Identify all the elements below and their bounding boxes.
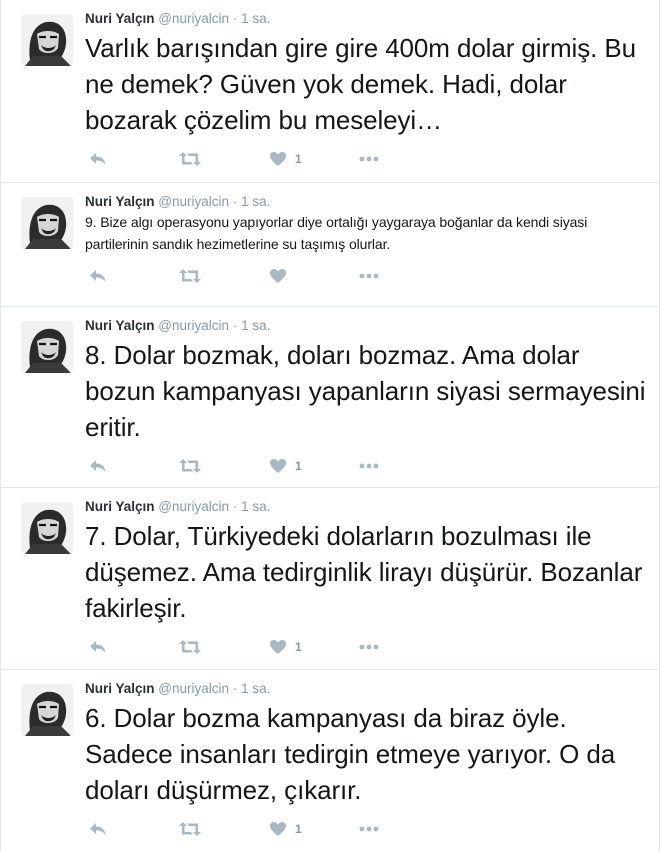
tweet-text: 6. Dolar bozma kampanyası da biraz öyle.…: [85, 703, 616, 805]
reply-icon: [90, 823, 106, 835]
more-button[interactable]: [359, 264, 449, 288]
reply-button[interactable]: [89, 454, 179, 478]
more-dots-icon: [359, 826, 379, 832]
tweet-header: Nuri Yalçın @nuriyalcin · 1 sa.: [85, 10, 647, 28]
retweet-button[interactable]: [179, 264, 269, 288]
tweet[interactable]: Nuri Yalçın @nuriyalcin · 1 sa. 6. Dolar…: [1, 670, 659, 852]
separator-dot: ·: [232, 318, 238, 333]
avatar-portrait-icon: [21, 14, 73, 66]
like-count: 1: [295, 459, 302, 473]
retweet-icon: [179, 822, 201, 836]
tweet-text: Varlık barışından gire gire 400m dolar g…: [85, 33, 636, 135]
more-button[interactable]: [359, 817, 449, 841]
avatar[interactable]: [21, 14, 73, 66]
separator-dot: ·: [232, 11, 238, 26]
tweet[interactable]: Nuri Yalçın @nuriyalcin · 1 sa. 8. Dolar…: [1, 307, 659, 488]
avatar[interactable]: [21, 684, 73, 736]
avatar[interactable]: [21, 502, 73, 554]
tweet[interactable]: Nuri Yalçın @nuriyalcin · 1 sa. 9. Bize …: [1, 183, 659, 307]
reply-button[interactable]: [89, 147, 179, 171]
author-handle[interactable]: @nuriyalcin: [158, 11, 229, 26]
heart-icon: [270, 822, 286, 836]
separator-dot: ·: [232, 499, 238, 514]
author-name[interactable]: Nuri Yalçın: [85, 499, 155, 514]
retweet-button[interactable]: [179, 454, 269, 478]
tweet-actions: 1: [89, 451, 647, 481]
tweet-actions: 1: [89, 632, 647, 662]
author-name[interactable]: Nuri Yalçın: [85, 11, 155, 26]
reply-icon: [90, 460, 106, 472]
tweet-header: Nuri Yalçın @nuriyalcin · 1 sa.: [85, 193, 647, 211]
like-button[interactable]: 1: [269, 635, 359, 659]
reply-button[interactable]: [89, 817, 179, 841]
more-button[interactable]: [359, 454, 449, 478]
separator-dot: ·: [232, 681, 238, 696]
tweet-text: 7. Dolar, Türkiyedeki dolarların bozulma…: [85, 521, 643, 623]
avatar-portrait-icon: [21, 502, 73, 554]
like-button[interactable]: 1: [269, 147, 359, 171]
author-handle[interactable]: @nuriyalcin: [158, 499, 229, 514]
author-handle[interactable]: @nuriyalcin: [158, 681, 229, 696]
timestamp[interactable]: 1 sa.: [241, 194, 270, 209]
like-count: 1: [295, 152, 302, 166]
reply-icon: [90, 153, 106, 165]
heart-icon: [270, 459, 286, 473]
tweet-header: Nuri Yalçın @nuriyalcin · 1 sa.: [85, 680, 647, 698]
like-count: 1: [295, 640, 302, 654]
timestamp[interactable]: 1 sa.: [241, 681, 270, 696]
tweet-text: 8. Dolar bozmak, doları bozmaz. Ama dola…: [85, 340, 646, 442]
retweet-button[interactable]: [179, 147, 269, 171]
timeline: Nuri Yalçın @nuriyalcin · 1 sa. Varlık b…: [0, 0, 660, 852]
avatar-portrait-icon: [21, 197, 73, 249]
more-button[interactable]: [359, 147, 449, 171]
tweet-header: Nuri Yalçın @nuriyalcin · 1 sa.: [85, 498, 647, 516]
tweet[interactable]: Nuri Yalçın @nuriyalcin · 1 sa. 7. Dolar…: [1, 488, 659, 670]
retweet-icon: [179, 269, 201, 283]
author-handle[interactable]: @nuriyalcin: [158, 194, 229, 209]
avatar-portrait-icon: [21, 684, 73, 736]
reply-button[interactable]: [89, 635, 179, 659]
more-button[interactable]: [359, 635, 449, 659]
heart-icon: [270, 640, 286, 654]
reply-button[interactable]: [89, 264, 179, 288]
heart-icon: [270, 269, 286, 283]
like-button[interactable]: 1: [269, 817, 359, 841]
tweet-actions: 1: [89, 814, 647, 844]
tweet-header: Nuri Yalçın @nuriyalcin · 1 sa.: [85, 317, 647, 335]
retweet-button[interactable]: [179, 635, 269, 659]
author-handle[interactable]: @nuriyalcin: [158, 318, 229, 333]
tweet-actions: [89, 261, 647, 291]
like-count: 1: [295, 822, 302, 836]
author-name[interactable]: Nuri Yalçın: [85, 318, 155, 333]
avatar[interactable]: [21, 197, 73, 249]
author-name[interactable]: Nuri Yalçın: [85, 681, 155, 696]
reply-icon: [90, 270, 106, 282]
retweet-icon: [179, 152, 201, 166]
avatar[interactable]: [21, 321, 73, 373]
separator-dot: ·: [232, 194, 238, 209]
tweet[interactable]: Nuri Yalçın @nuriyalcin · 1 sa. Varlık b…: [1, 0, 659, 183]
tweet-actions: 1: [89, 144, 647, 174]
heart-icon: [270, 152, 286, 166]
more-dots-icon: [359, 644, 379, 650]
retweet-button[interactable]: [179, 817, 269, 841]
retweet-icon: [179, 459, 201, 473]
reply-icon: [90, 641, 106, 653]
timestamp[interactable]: 1 sa.: [241, 11, 270, 26]
like-button[interactable]: [269, 264, 359, 288]
more-dots-icon: [359, 463, 379, 469]
like-button[interactable]: 1: [269, 454, 359, 478]
avatar-portrait-icon: [21, 321, 73, 373]
timestamp[interactable]: 1 sa.: [241, 499, 270, 514]
retweet-icon: [179, 640, 201, 654]
more-dots-icon: [359, 273, 379, 279]
more-dots-icon: [359, 156, 379, 162]
author-name[interactable]: Nuri Yalçın: [85, 194, 155, 209]
tweet-text: 9. Bize algı operasyonu yapıyorlar diye …: [85, 214, 588, 252]
timestamp[interactable]: 1 sa.: [241, 318, 270, 333]
